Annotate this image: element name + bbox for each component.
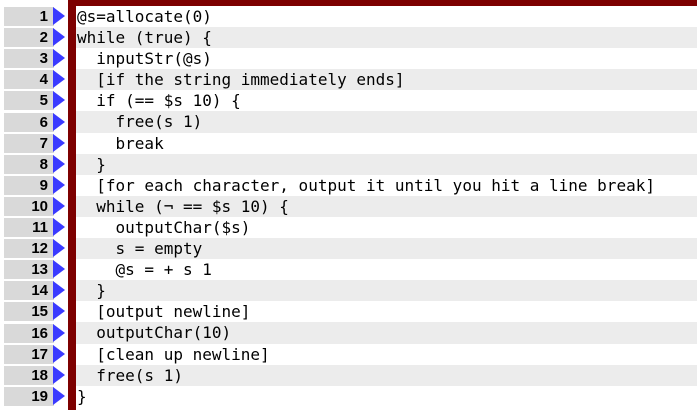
line-number-label: 11: [32, 219, 48, 236]
triangle-right-icon: [53, 386, 65, 405]
code-line-row[interactable]: }: [76, 386, 697, 407]
line-number-label: 19: [31, 387, 48, 405]
line-number: 13: [0, 259, 68, 280]
triangle-right-icon: [53, 302, 65, 321]
code-line-row[interactable]: while (true) {: [76, 27, 697, 49]
code-line-text[interactable]: [output newline]: [76, 301, 697, 322]
code-line-text[interactable]: outputChar(10): [76, 322, 697, 344]
line-number: 3: [0, 48, 68, 69]
line-number: 14: [0, 280, 68, 301]
code-line-text[interactable]: while (¬ == $s 10) {: [76, 195, 697, 217]
triangle-right-icon: [53, 154, 65, 173]
line-number-label: 8: [39, 155, 48, 173]
triangle-right-icon: [53, 28, 65, 47]
code-line-row[interactable]: break: [76, 133, 697, 154]
code-line-row[interactable]: free(s 1): [76, 364, 697, 386]
line-number: 11: [0, 217, 68, 238]
line-number-label: 2: [39, 29, 48, 47]
code-line-text[interactable]: }: [76, 280, 697, 302]
triangle-right-icon: [53, 218, 65, 236]
triangle-right-icon: [53, 112, 65, 131]
triangle-right-icon: [53, 70, 65, 89]
code-line-text[interactable]: break: [76, 133, 697, 154]
code-line-row[interactable]: outputChar($s): [76, 217, 697, 238]
code-line-text[interactable]: [if the string immediately ends]: [76, 69, 697, 91]
triangle-right-icon: [53, 239, 65, 258]
code-line-text[interactable]: [clean up newline]: [76, 344, 697, 365]
code-line-text[interactable]: @s = + s 1: [76, 259, 697, 280]
line-number-label: 14: [31, 282, 48, 300]
triangle-right-icon: [53, 323, 65, 342]
line-number: 6: [0, 112, 68, 133]
triangle-right-icon: [53, 196, 65, 215]
code-line-row[interactable]: outputChar(10): [76, 322, 697, 344]
code-line-row[interactable]: [for each character, output it until you…: [76, 175, 697, 196]
triangle-right-icon: [53, 133, 65, 152]
code-line-text[interactable]: [for each character, output it until you…: [76, 175, 697, 196]
line-number-label: 16: [31, 324, 48, 342]
code-editor[interactable]: 1 2 3 4 5 6 7 8 9 10 11 12 13 14 15 16 17 18 19 @s=allocat…: [0, 0, 697, 410]
code-line-row[interactable]: free(s 1): [76, 111, 697, 133]
line-number: 10: [0, 196, 68, 217]
code-line-row[interactable]: [output newline]: [76, 301, 697, 322]
triangle-right-icon: [53, 49, 65, 68]
editor-left-border: [68, 0, 76, 410]
line-number: 9: [0, 175, 68, 196]
line-number: 5: [0, 90, 68, 111]
code-line-text[interactable]: s = empty: [76, 238, 697, 260]
line-number: 2: [0, 27, 68, 48]
code-line-row[interactable]: while (¬ == $s 10) {: [76, 195, 697, 217]
code-line-text[interactable]: }: [76, 153, 697, 175]
code-line-text[interactable]: inputStr(@s): [76, 48, 697, 69]
code-line-row[interactable]: inputStr(@s): [76, 48, 697, 69]
line-number-label: 7: [39, 134, 48, 152]
code-line-row[interactable]: }: [76, 153, 697, 175]
line-number-label: 6: [39, 113, 48, 131]
line-number: 7: [0, 133, 68, 154]
line-number: 8: [0, 154, 68, 175]
triangle-right-icon: [53, 7, 65, 25]
triangle-right-icon: [53, 260, 65, 279]
line-number: 4: [0, 69, 68, 90]
line-number-label: 13: [31, 261, 48, 279]
line-number: 18: [0, 365, 68, 386]
triangle-right-icon: [53, 344, 65, 363]
code-line-text[interactable]: while (true) {: [76, 27, 697, 49]
code-line-row[interactable]: if (== $s 10) {: [76, 90, 697, 111]
code-line-text[interactable]: free(s 1): [76, 111, 697, 133]
line-number-label: 17: [31, 345, 48, 363]
line-number: 15: [0, 301, 68, 322]
line-number-label: 1: [39, 8, 48, 25]
line-number-label: 9: [39, 176, 48, 194]
code-line-text[interactable]: outputChar($s): [76, 217, 697, 238]
line-number-label: 15: [31, 303, 48, 321]
line-number: 16: [0, 323, 68, 344]
code-line-text[interactable]: }: [76, 386, 697, 407]
code-area[interactable]: @s=allocate(0) while (true) { inputStr(@s…: [76, 6, 697, 407]
line-number-label: 10: [31, 197, 48, 215]
line-number: 19: [0, 386, 68, 407]
code-line-row[interactable]: [clean up newline]: [76, 344, 697, 365]
code-line-row[interactable]: @s=allocate(0): [76, 6, 697, 27]
line-number-label: 12: [31, 240, 48, 258]
line-number-label: 3: [39, 50, 48, 68]
line-number: 1: [0, 6, 68, 27]
code-line-text[interactable]: free(s 1): [76, 364, 697, 386]
code-line-text[interactable]: if (== $s 10) {: [76, 90, 697, 111]
triangle-right-icon: [53, 365, 65, 384]
triangle-right-icon: [53, 281, 65, 300]
line-number-label: 5: [39, 92, 48, 110]
line-number-label: 18: [31, 366, 48, 384]
line-number-gutter: 1 2 3 4 5 6 7 8 9 10 11 12 13 14 15 16 17 18 19: [0, 6, 68, 410]
line-number-label: 4: [39, 71, 48, 89]
code-line-row[interactable]: @s = + s 1: [76, 259, 697, 280]
code-line-row[interactable]: s = empty: [76, 238, 697, 260]
triangle-right-icon: [53, 175, 65, 194]
code-line-row[interactable]: [if the string immediately ends]: [76, 69, 697, 91]
triangle-right-icon: [53, 91, 65, 110]
line-number: 12: [0, 238, 68, 259]
code-line-row[interactable]: }: [76, 280, 697, 302]
code-line-text[interactable]: @s=allocate(0): [76, 6, 697, 27]
line-number: 17: [0, 344, 68, 365]
